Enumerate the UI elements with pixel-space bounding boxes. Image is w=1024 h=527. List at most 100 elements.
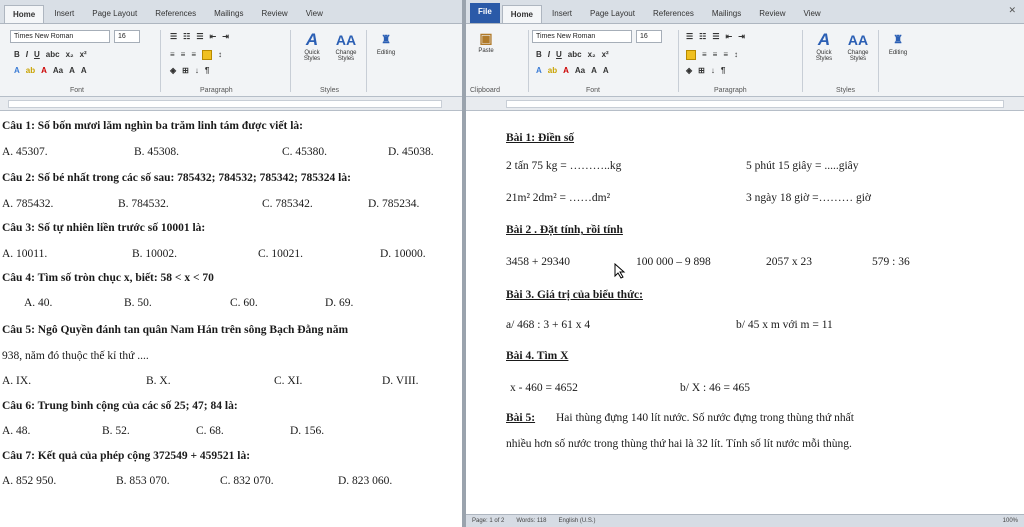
tab-mailings[interactable]: Mailings (704, 5, 749, 23)
font-name-box[interactable]: Times New Roman (10, 30, 110, 43)
italic-icon[interactable]: I (26, 50, 28, 59)
tab-view[interactable]: View (795, 5, 828, 23)
tab-file[interactable]: File (470, 3, 500, 23)
tab-insert[interactable]: Insert (46, 5, 82, 23)
horizontal-ruler[interactable] (0, 97, 462, 111)
binoculars-icon: ♜ (381, 34, 391, 46)
editing-label: Editing (888, 50, 908, 56)
align-center-icon[interactable]: ≡ (181, 50, 186, 60)
font-size-box[interactable]: 16 (114, 30, 140, 43)
bai2-title: Bài 2 . Đặt tính, rồi tính (506, 224, 623, 236)
change-styles-button[interactable]: AA Change Styles (842, 30, 874, 62)
change-styles-icon: AA (335, 32, 357, 48)
multilevel-list-icon[interactable]: ☰ (712, 32, 719, 41)
align-left-icon[interactable] (686, 50, 696, 60)
strikethrough-icon[interactable]: abc (46, 50, 60, 59)
grow-font-icon[interactable]: A (591, 66, 597, 75)
increase-indent-icon[interactable]: ⇥ (222, 32, 229, 41)
group-divider (160, 30, 161, 92)
quick-styles-button[interactable]: A Quick Styles (296, 30, 328, 62)
multilevel-list-icon[interactable]: ☰ (196, 32, 203, 41)
tab-home[interactable]: Home (501, 5, 543, 23)
font-name-box[interactable]: Times New Roman (532, 30, 632, 43)
language-indicator[interactable]: English (U.S.) (559, 518, 596, 524)
bold-icon[interactable]: B (14, 50, 20, 59)
tab-references[interactable]: References (147, 5, 204, 23)
tab-mailings[interactable]: Mailings (206, 5, 251, 23)
word-count[interactable]: Words: 118 (516, 518, 546, 524)
horizontal-ruler[interactable] (466, 97, 1024, 111)
zoom-level[interactable]: 100% (1003, 518, 1018, 524)
editing-button[interactable]: ♜ Editing (882, 30, 914, 56)
paste-label: Paste (478, 48, 494, 54)
tab-page-layout[interactable]: Page Layout (84, 5, 145, 23)
change-case-icon[interactable]: Aa (575, 66, 585, 75)
status-bar: Page: 1 of 2 Words: 118 English (U.S.) 1… (466, 514, 1024, 527)
underline-icon[interactable]: U (556, 50, 562, 59)
quick-styles-label: Quick Styles (303, 50, 321, 62)
paste-button[interactable]: ▣ Paste (470, 28, 502, 54)
italic-icon[interactable]: I (548, 50, 550, 59)
list-row: ☰ ☷ ☰ ⇤ ⇥ (686, 32, 745, 41)
superscript-icon[interactable]: x² (80, 50, 87, 59)
highlight-color-icon[interactable]: ab (548, 66, 557, 75)
numbering-icon[interactable]: ☷ (699, 32, 706, 41)
text-effects-icon[interactable]: A (14, 66, 20, 75)
answer-option: A. 45307. (2, 146, 48, 158)
tab-insert[interactable]: Insert (544, 5, 580, 23)
tab-review[interactable]: Review (751, 5, 793, 23)
align-left-icon[interactable]: ≡ (170, 50, 175, 60)
shading-icon[interactable]: ◈ (170, 66, 176, 75)
subscript-icon[interactable]: x₂ (66, 50, 74, 59)
shading-icon[interactable]: ◈ (686, 66, 692, 75)
show-marks-icon[interactable]: ¶ (205, 66, 209, 75)
answer-option: C. 785342. (262, 198, 313, 210)
align-right-icon[interactable]: ≡ (713, 50, 718, 60)
text-effects-icon[interactable]: A (536, 66, 542, 75)
underline-icon[interactable]: U (34, 50, 40, 59)
change-styles-button[interactable]: AA Change Styles (330, 30, 362, 62)
decrease-indent-icon[interactable]: ⇤ (726, 32, 733, 41)
grow-font-icon[interactable]: A (69, 66, 75, 75)
bai4-title: Bài 4. Tìm X (506, 350, 569, 362)
font-size-box[interactable]: 16 (636, 30, 662, 43)
tab-references[interactable]: References (645, 5, 702, 23)
tab-review[interactable]: Review (253, 5, 295, 23)
answer-option: B. 45308. (134, 146, 180, 158)
strikethrough-icon[interactable]: abc (568, 50, 582, 59)
numbering-icon[interactable]: ☷ (183, 32, 190, 41)
borders-icon[interactable]: ⊞ (182, 66, 189, 75)
superscript-icon[interactable]: x² (602, 50, 609, 59)
close-icon[interactable]: ✕ (1008, 5, 1016, 16)
increase-indent-icon[interactable]: ⇥ (738, 32, 745, 41)
question-4: Câu 4: Tìm số tròn chục x, biết: 58 < x … (2, 272, 214, 284)
highlight-color-icon[interactable]: ab (26, 66, 35, 75)
bold-icon[interactable]: B (536, 50, 542, 59)
question-6: Câu 6: Trung bình cộng của các số 25; 47… (2, 400, 238, 412)
line-spacing-icon[interactable]: ↕ (218, 50, 222, 60)
show-marks-icon[interactable]: ¶ (721, 66, 725, 75)
change-case-icon[interactable]: Aa (53, 66, 63, 75)
borders-icon[interactable]: ⊞ (698, 66, 705, 75)
decrease-indent-icon[interactable]: ⇤ (210, 32, 217, 41)
shrink-font-icon[interactable]: A (603, 66, 609, 75)
justify-icon[interactable]: ≡ (723, 50, 728, 60)
tab-home[interactable]: Home (4, 5, 45, 23)
font-color-icon[interactable]: A (41, 66, 47, 75)
bullets-icon[interactable]: ☰ (686, 32, 693, 41)
shrink-font-icon[interactable]: A (81, 66, 87, 75)
quick-styles-button[interactable]: A Quick Styles (808, 30, 840, 62)
bullets-icon[interactable]: ☰ (170, 32, 177, 41)
page-count[interactable]: Page: 1 of 2 (472, 518, 504, 524)
align-center-icon[interactable]: ≡ (702, 50, 707, 60)
sort-icon[interactable]: ↓ (711, 66, 715, 75)
justify-icon[interactable] (202, 50, 213, 60)
sort-icon[interactable]: ↓ (195, 66, 199, 75)
align-right-icon[interactable]: ≡ (191, 50, 196, 60)
tab-view[interactable]: View (298, 5, 331, 23)
tab-page-layout[interactable]: Page Layout (582, 5, 643, 23)
editing-button[interactable]: ♜ Editing (370, 30, 402, 56)
font-color-icon[interactable]: A (563, 66, 569, 75)
line-spacing-icon[interactable]: ↕ (734, 50, 738, 60)
subscript-icon[interactable]: x₂ (588, 50, 596, 59)
